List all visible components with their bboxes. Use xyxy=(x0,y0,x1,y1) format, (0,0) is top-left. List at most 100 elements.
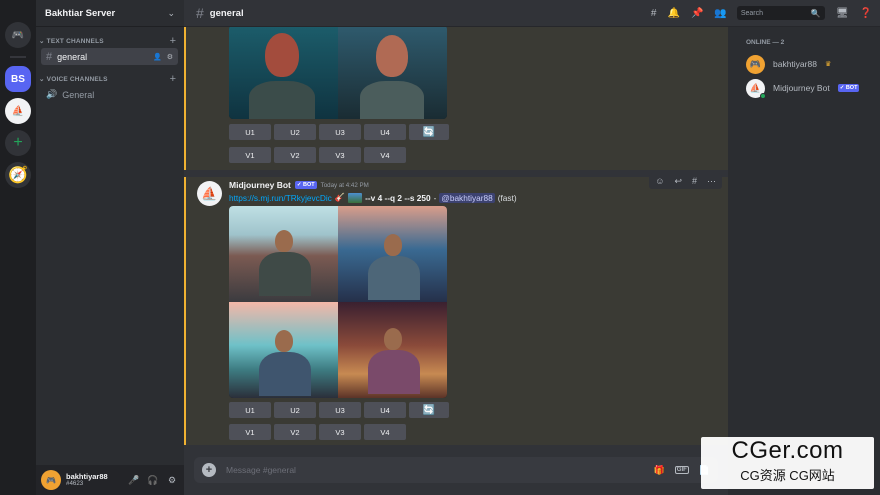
image-grid[interactable] xyxy=(229,27,447,119)
user-tag: #4623 xyxy=(66,479,84,487)
message-composer[interactable]: + Message #general 🎁 GIF 📄 xyxy=(194,457,718,483)
channel-label: General xyxy=(62,89,95,100)
mic-muted-icon[interactable]: 🎤 xyxy=(127,475,141,486)
add-attachment-icon[interactable]: + xyxy=(202,463,216,477)
thread-icon[interactable]: # xyxy=(692,176,697,186)
v2-button[interactable]: V2 xyxy=(274,424,316,440)
more-icon[interactable]: ⋯ xyxy=(707,176,716,187)
user-panel: 🎮 bakhtiyar88 #4623 🎤 🎧 ⚙ xyxy=(36,465,184,495)
avatar[interactable]: ⛵ xyxy=(197,181,222,206)
search-icon: 🔍 xyxy=(810,8,821,18)
bot-badge: ✓ BOT xyxy=(294,181,317,189)
member-list: ONLINE — 2 🎮 bakhtiyar88 ♛ ⛵ Midjourney … xyxy=(728,27,880,495)
discord-app: 🎮 BS ⛵ + 🧭 Bakhtiar Server ⌄ TEXT CHANNE… xyxy=(0,0,880,495)
v1-button[interactable]: V1 xyxy=(229,147,271,163)
online-status-dot xyxy=(760,92,766,99)
reroll-button[interactable]: 🔄 xyxy=(409,124,449,140)
reroll-button[interactable]: 🔄 xyxy=(409,402,449,418)
v2-button[interactable]: V2 xyxy=(274,147,316,163)
avatar: 🎮 xyxy=(746,54,765,74)
image-tile[interactable] xyxy=(229,27,338,119)
prompt-params: --v 4 --q 2 --s 250 xyxy=(365,192,431,203)
voice-channel-general[interactable]: 🔊 General xyxy=(41,86,178,103)
add-server-icon[interactable]: + xyxy=(5,130,31,156)
search-input[interactable]: Search 🔍 xyxy=(736,6,825,20)
speaker-icon: 🔊 xyxy=(46,89,58,99)
image-tile[interactable] xyxy=(338,302,447,398)
add-reaction-icon[interactable]: ☺ xyxy=(655,176,664,186)
channel-general[interactable]: # general 👤 ⚙ xyxy=(41,48,178,65)
speed-label: (fast) xyxy=(497,192,517,203)
midjourney-server-icon[interactable]: ⛵ xyxy=(5,98,31,124)
author-name[interactable]: Midjourney Bot xyxy=(229,180,291,190)
message-input[interactable]: Message #general xyxy=(226,465,644,475)
inbox-icon[interactable]: 🖥 xyxy=(836,8,849,19)
threads-icon[interactable]: # xyxy=(651,8,657,19)
user-mention[interactable]: @bakhtiyar88 xyxy=(439,192,495,203)
rail-separator xyxy=(10,56,26,58)
message-midjourney: ☺ ↩ # ⋯ ⛵ Midjourney Bot ✓ BOT Today at … xyxy=(184,173,728,445)
v4-button[interactable]: V4 xyxy=(364,424,406,440)
explore-servers-icon[interactable]: 🧭 xyxy=(5,162,31,188)
channel-sidebar: Bakhtiar Server ⌄ TEXT CHANNELS + # gene… xyxy=(36,0,184,495)
u4-button[interactable]: U4 xyxy=(364,402,406,418)
watermark-line1: CGer.com xyxy=(731,437,844,464)
timestamp: Today at 4:42 PM xyxy=(320,181,369,189)
search-placeholder: Search xyxy=(740,9,764,17)
v4-button[interactable]: V4 xyxy=(364,147,406,163)
u1-button[interactable]: U1 xyxy=(229,124,271,140)
gear-icon[interactable]: ⚙ xyxy=(165,475,179,486)
help-icon[interactable]: ❓ xyxy=(860,8,872,19)
image-tile[interactable] xyxy=(229,302,338,398)
image-tile[interactable] xyxy=(338,206,447,302)
gif-icon[interactable]: GIF xyxy=(674,466,689,474)
gear-icon[interactable]: ⚙ xyxy=(167,53,173,61)
image-grid[interactable] xyxy=(229,206,447,398)
server-icon-bs[interactable]: BS xyxy=(5,66,31,92)
server-header[interactable]: Bakhtiar Server ⌄ xyxy=(36,0,184,27)
gift-icon[interactable]: 🎁 xyxy=(654,465,665,476)
u3-button[interactable]: U3 xyxy=(319,124,361,140)
u2-button[interactable]: U2 xyxy=(274,124,316,140)
invite-icon[interactable]: 👤 xyxy=(153,53,162,61)
category-label: TEXT CHANNELS xyxy=(39,37,104,45)
bell-icon[interactable]: 🔔 xyxy=(667,8,679,19)
members-icon[interactable]: 👥 xyxy=(714,8,726,19)
member-midjourney-bot[interactable]: ⛵ Midjourney Bot ✓ BOT xyxy=(746,76,872,100)
reply-icon[interactable]: ↩ xyxy=(674,176,682,187)
pin-icon[interactable]: 📌 xyxy=(691,8,703,19)
server-name: Bakhtiar Server xyxy=(45,7,116,19)
image-tile[interactable] xyxy=(229,206,338,302)
u2-button[interactable]: U2 xyxy=(274,402,316,418)
member-bakhtiyar88[interactable]: 🎮 bakhtiyar88 ♛ xyxy=(746,52,872,76)
category-voice-channels[interactable]: VOICE CHANNELS + xyxy=(36,73,184,85)
bot-badge: ✓ BOT xyxy=(837,84,860,92)
create-channel-icon[interactable]: + xyxy=(170,73,176,85)
hash-icon: # xyxy=(196,5,204,21)
v1-button[interactable]: V1 xyxy=(229,424,271,440)
v3-button[interactable]: V3 xyxy=(319,147,361,163)
image-thumbnail-icon[interactable] xyxy=(348,192,363,203)
message-content: https://s.mj.run/TRkyjevcDic 🎸 --v 4 --q… xyxy=(229,192,517,203)
category-text-channels[interactable]: TEXT CHANNELS + xyxy=(36,35,184,47)
crown-icon: ♛ xyxy=(824,61,832,68)
avatar[interactable]: 🎮 xyxy=(41,470,61,490)
server-rail: 🎮 BS ⛵ + 🧭 xyxy=(0,0,36,495)
channel-title: general xyxy=(209,7,244,19)
u3-button[interactable]: U3 xyxy=(319,402,361,418)
channel-header: # general # 🔔 📌 👥 Search 🔍 🖥 ❓ xyxy=(184,0,880,27)
upscale-row: U1 U2 U3 U4 🔄 xyxy=(229,124,449,140)
separator-dash: - xyxy=(433,192,437,203)
v3-button[interactable]: V3 xyxy=(319,424,361,440)
create-channel-icon[interactable]: + xyxy=(170,35,176,47)
message-list: U1 U2 U3 U4 🔄 V1 V2 V3 V4 ☺ ↩ # ⋯ ⛵ Midj… xyxy=(184,27,728,445)
discord-home-icon[interactable]: 🎮 xyxy=(5,22,31,48)
category-label: VOICE CHANNELS xyxy=(39,75,108,83)
channel-label: general xyxy=(57,51,88,62)
u4-button[interactable]: U4 xyxy=(364,124,406,140)
headphones-icon[interactable]: 🎧 xyxy=(146,475,160,486)
image-tile[interactable] xyxy=(338,27,447,119)
prompt-link[interactable]: https://s.mj.run/TRkyjevcDic xyxy=(229,193,332,203)
u1-button[interactable]: U1 xyxy=(229,402,271,418)
guitar-icon: 🎸 xyxy=(334,192,346,202)
